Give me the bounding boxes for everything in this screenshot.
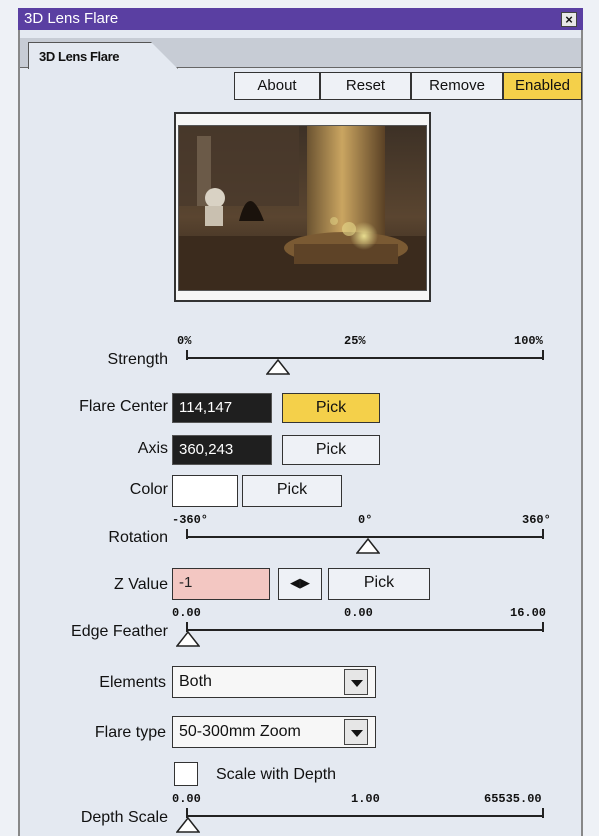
rotation-slider-end-right bbox=[542, 529, 544, 539]
depth-scale-slider-thumb[interactable] bbox=[176, 817, 200, 833]
strength-label: Strength bbox=[107, 351, 168, 368]
depth-scale-slider-end-right bbox=[542, 808, 544, 818]
scale-with-depth-checkbox[interactable] bbox=[174, 762, 198, 786]
chevron-down-icon[interactable] bbox=[344, 719, 368, 745]
rotation-slider-thumb[interactable] bbox=[356, 538, 380, 554]
depth-scale-max-label: 65535.00 bbox=[484, 792, 542, 806]
z-value-stepper-button[interactable]: ◀▶ bbox=[278, 568, 322, 600]
color-swatch[interactable] bbox=[172, 475, 238, 507]
strength-min-label: 0% bbox=[177, 334, 192, 348]
edge-feather-mid-label: 0.00 bbox=[344, 606, 373, 620]
about-button[interactable]: About bbox=[234, 72, 320, 100]
rotation-slider-end-left bbox=[186, 529, 188, 539]
scale-with-depth-label: Scale with Depth bbox=[216, 766, 337, 783]
strength-slider-track[interactable] bbox=[186, 357, 544, 359]
strength-slider-end-right bbox=[542, 350, 544, 360]
edge-feather-label: Edge Feather bbox=[71, 623, 168, 640]
edge-feather-slider-end-right bbox=[542, 622, 544, 632]
flare-type-label: Flare type bbox=[94, 724, 166, 741]
rotation-label: Rotation bbox=[108, 529, 168, 546]
close-button[interactable]: × bbox=[561, 12, 577, 27]
strength-slider-thumb[interactable] bbox=[266, 359, 290, 375]
elements-dropdown-value: Both bbox=[179, 673, 212, 690]
z-value-pick-button[interactable]: Pick bbox=[328, 568, 430, 600]
depth-scale-slider-track[interactable] bbox=[186, 815, 544, 817]
edge-feather-max-label: 16.00 bbox=[510, 606, 547, 620]
window-title: 3D Lens Flare bbox=[24, 10, 119, 27]
strength-mid-label: 25% bbox=[344, 334, 366, 348]
color-label: Color bbox=[129, 481, 168, 498]
axis-label: Axis bbox=[137, 440, 168, 457]
remove-button[interactable]: Remove bbox=[411, 72, 503, 100]
rotation-min-label: -360° bbox=[172, 513, 209, 527]
color-pick-button[interactable]: Pick bbox=[242, 475, 342, 507]
edge-feather-slider-thumb[interactable] bbox=[176, 631, 200, 647]
flare-type-dropdown-value: 50-300mm Zoom bbox=[179, 723, 301, 740]
z-value-field[interactable]: -1 bbox=[172, 568, 270, 600]
rotation-max-label: 360° bbox=[522, 513, 551, 527]
flare-center-pick-button[interactable]: Pick bbox=[282, 393, 380, 423]
depth-scale-mid-label: 1.00 bbox=[351, 792, 380, 806]
depth-scale-min-label: 0.00 bbox=[172, 792, 201, 806]
preview-image bbox=[178, 125, 427, 291]
axis-pick-button[interactable]: Pick bbox=[282, 435, 380, 465]
left-right-arrows-icon: ◀▶ bbox=[290, 575, 310, 590]
depth-scale-label: Depth Scale bbox=[80, 809, 168, 826]
edge-feather-slider-track[interactable] bbox=[186, 629, 544, 631]
z-value-label: Z Value bbox=[114, 576, 168, 593]
elements-label: Elements bbox=[99, 674, 166, 691]
strength-slider-end-left bbox=[186, 350, 188, 360]
reset-button[interactable]: Reset bbox=[320, 72, 411, 100]
axis-field[interactable]: 360,243 bbox=[172, 435, 272, 465]
enabled-button[interactable]: Enabled bbox=[503, 72, 582, 100]
rotation-mid-label: 0° bbox=[358, 513, 373, 527]
strength-max-label: 100% bbox=[514, 334, 543, 348]
edge-feather-min-label: 0.00 bbox=[172, 606, 201, 620]
flare-center-label: Flare Center bbox=[79, 398, 168, 415]
chevron-down-icon[interactable] bbox=[344, 669, 368, 695]
flare-center-field[interactable]: 114,147 bbox=[172, 393, 272, 423]
